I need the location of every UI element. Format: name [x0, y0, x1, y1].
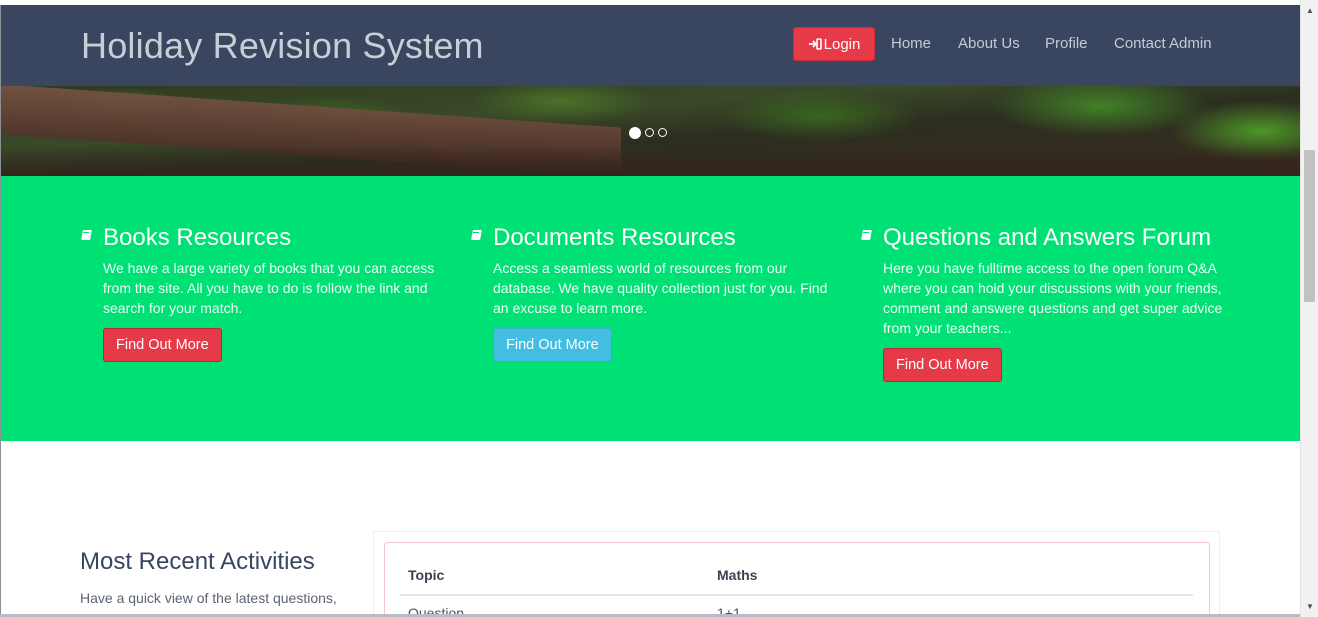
hero-carousel — [1, 86, 1300, 176]
table-header-topic: Topic — [408, 567, 445, 583]
feature-title: Questions and Answers Forum — [883, 224, 1212, 251]
carousel-indicators — [629, 126, 667, 139]
features-section: Books Resources We have a large variety … — [1, 176, 1300, 441]
forum-find-out-more-button[interactable]: Find Out More — [883, 348, 1002, 382]
login-label: Login — [823, 35, 861, 53]
carousel-image-shade — [1, 146, 1300, 176]
vertical-scrollbar[interactable]: ▲ ▼ — [1300, 0, 1318, 617]
activities-card — [384, 542, 1210, 617]
nav-home[interactable]: Home — [891, 35, 931, 52]
scrollbar-thumb[interactable] — [1304, 150, 1315, 302]
table-header-divider — [400, 594, 1193, 596]
feature-title: Documents Resources — [493, 224, 736, 251]
left-border — [0, 5, 1, 615]
nav-profile[interactable]: Profile — [1045, 35, 1088, 52]
nav-contact-admin[interactable]: Contact Admin — [1114, 35, 1212, 52]
table-header-maths: Maths — [717, 567, 758, 583]
scroll-up-arrow-icon[interactable]: ▲ — [1301, 2, 1318, 19]
book-icon — [861, 230, 872, 241]
feature-text: Here you have fulltime access to the ope… — [883, 260, 1223, 336]
sign-in-icon — [808, 38, 822, 50]
nav-about-us[interactable]: About Us — [958, 35, 1020, 52]
carousel-indicator-1[interactable] — [629, 126, 641, 139]
feature-text: Access a seamless world of resources fro… — [493, 260, 828, 316]
feature-text: We have a large variety of books that yo… — [103, 260, 435, 316]
brand-title[interactable]: Holiday Revision System — [81, 25, 484, 67]
recent-activities-subtitle: Have a quick view of the latest question… — [80, 590, 337, 606]
recent-activities-title: Most Recent Activities — [80, 548, 315, 575]
documents-find-out-more-button[interactable]: Find Out More — [493, 328, 612, 362]
scroll-down-arrow-icon[interactable]: ▼ — [1301, 598, 1318, 615]
navbar: Holiday Revision System Login Home About… — [1, 5, 1300, 86]
feature-title: Books Resources — [103, 224, 292, 251]
books-find-out-more-button[interactable]: Find Out More — [103, 328, 222, 362]
book-icon — [471, 230, 482, 241]
carousel-indicator-3[interactable] — [658, 128, 667, 137]
page-viewport: Holiday Revision System Login Home About… — [0, 0, 1300, 617]
carousel-indicator-2[interactable] — [645, 128, 654, 137]
login-button[interactable]: Login — [793, 27, 875, 61]
book-icon — [81, 230, 92, 241]
